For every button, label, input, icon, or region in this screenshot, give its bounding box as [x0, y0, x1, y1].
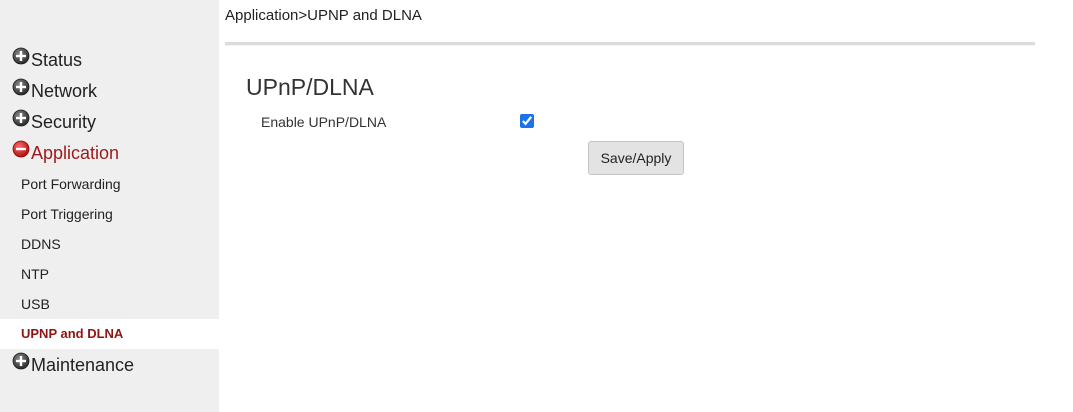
sidebar-item-status[interactable]: Status — [12, 47, 83, 71]
page-title: UPnP/DLNA — [246, 74, 374, 100]
save-apply-button[interactable]: Save/Apply — [588, 141, 684, 175]
sidebar-subitem-usb[interactable]: USB — [0, 289, 219, 319]
enable-upnp-label: Enable UPnP/DLNA — [261, 114, 387, 130]
sidebar-item-label: Network — [31, 81, 98, 101]
sidebar-item-label: Security — [31, 112, 97, 132]
breadcrumb: Application>UPNP and DLNA — [225, 7, 422, 24]
plus-circle-icon — [12, 109, 30, 127]
plus-circle-icon — [12, 47, 30, 65]
sidebar-item-network[interactable]: Network — [12, 78, 98, 102]
sidebar-subitem-upnp-dlna[interactable]: UPNP and DLNA — [0, 319, 219, 349]
sidebar-item-label: Maintenance — [31, 355, 135, 375]
header-divider — [225, 42, 1035, 46]
sidebar-subitem-port-triggering[interactable]: Port Triggering — [0, 199, 219, 229]
sidebar-item-label: Status — [31, 50, 83, 70]
plus-circle-icon — [12, 78, 30, 96]
sidebar-subitem-port-forwarding[interactable]: Port Forwarding — [0, 169, 219, 199]
sidebar-subitem-ntp[interactable]: NTP — [0, 259, 219, 289]
sidebar-item-maintenance[interactable]: Maintenance — [12, 352, 135, 376]
sidebar-subitem-ddns[interactable]: DDNS — [0, 229, 219, 259]
sidebar: Status Network Security Application Port… — [0, 0, 219, 412]
sidebar-item-application[interactable]: Application — [12, 140, 120, 164]
sidebar-item-security[interactable]: Security — [12, 109, 97, 133]
plus-circle-icon — [12, 352, 30, 370]
minus-circle-icon — [12, 140, 30, 158]
sidebar-item-label: Application — [31, 143, 120, 163]
enable-upnp-checkbox[interactable] — [520, 114, 534, 128]
